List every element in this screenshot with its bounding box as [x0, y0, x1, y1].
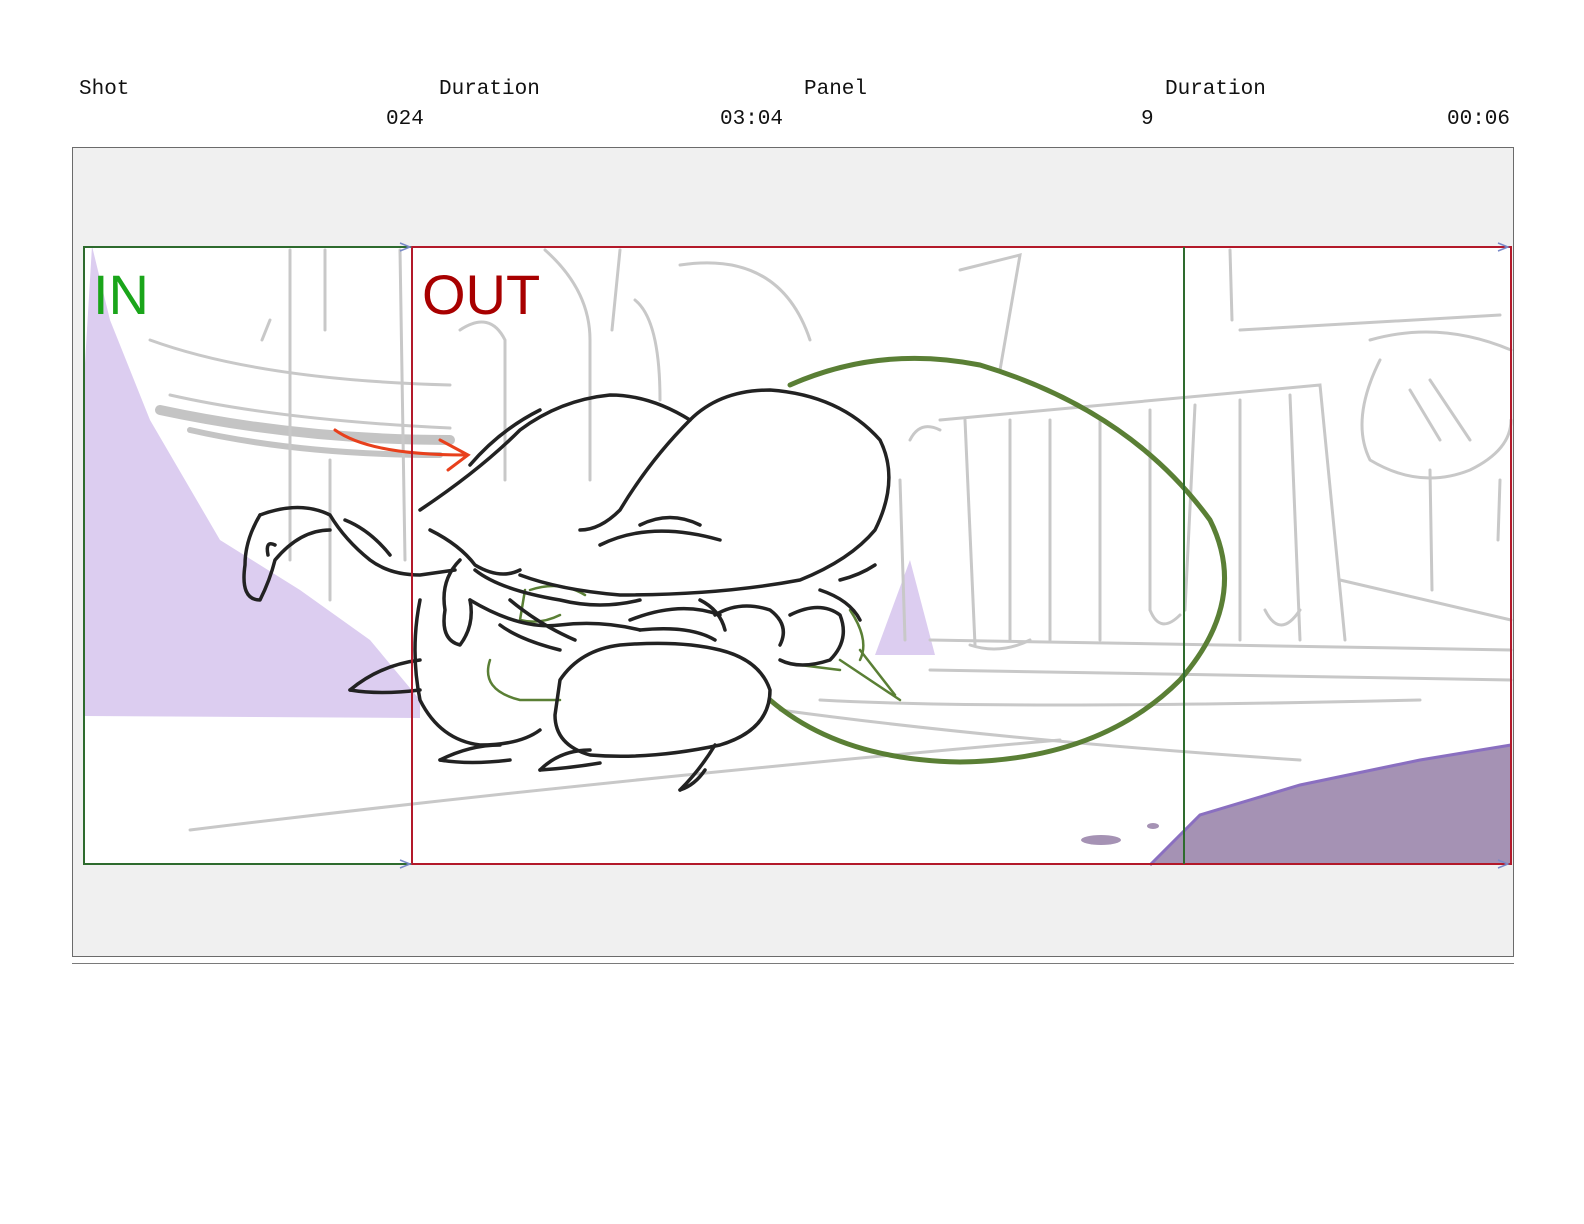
out-label: OUT	[422, 263, 540, 326]
in-label: IN	[93, 263, 149, 326]
storyboard-sketch: IN OUT	[83, 242, 1513, 869]
purple-puddle-small	[1147, 823, 1159, 829]
purple-puddle	[1081, 835, 1121, 845]
